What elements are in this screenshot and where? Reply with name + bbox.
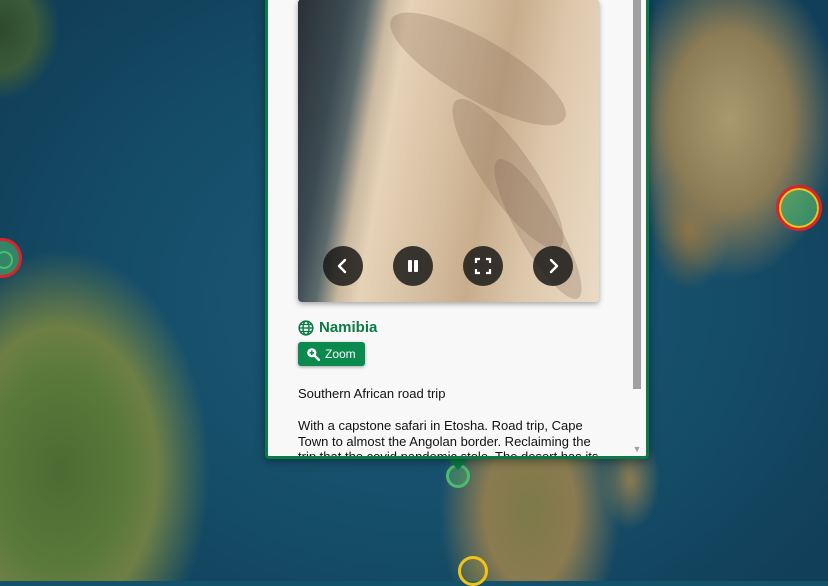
- fullscreen-button[interactable]: [463, 246, 503, 286]
- popup-description: With a capstone safari in Etosha. Road t…: [298, 418, 599, 459]
- info-popup: Namibia Zoom Southern African road trip …: [265, 0, 649, 459]
- popup-title-row: Namibia: [298, 319, 377, 336]
- chevron-left-icon: [337, 258, 347, 274]
- popup-title: Namibia: [319, 319, 378, 336]
- chevron-right-icon: [549, 258, 559, 274]
- pause-slideshow-button[interactable]: [393, 246, 433, 286]
- next-slide-button[interactable]: [533, 246, 573, 286]
- globe-icon: [298, 319, 314, 336]
- map-marker-cape-town[interactable]: [458, 556, 488, 586]
- popup-tail: [448, 459, 468, 470]
- map-marker-inner-ring: [0, 251, 13, 269]
- slideshow-photo[interactable]: [298, 0, 599, 302]
- scrollbar-thumb[interactable]: [633, 0, 641, 389]
- zoom-button-label: Zoom: [325, 347, 356, 361]
- map-marker-india[interactable]: [776, 185, 822, 231]
- previous-slide-button[interactable]: [323, 246, 363, 286]
- zoom-button[interactable]: Zoom: [298, 342, 365, 366]
- popup-subtitle: Southern African road trip: [298, 386, 446, 401]
- zoom-in-icon: [307, 348, 320, 361]
- scroll-down-arrow-icon[interactable]: ▼: [632, 445, 642, 454]
- pause-icon: [408, 260, 418, 272]
- fullscreen-icon: [474, 257, 492, 275]
- popup-scrollbar[interactable]: ▼: [632, 0, 642, 455]
